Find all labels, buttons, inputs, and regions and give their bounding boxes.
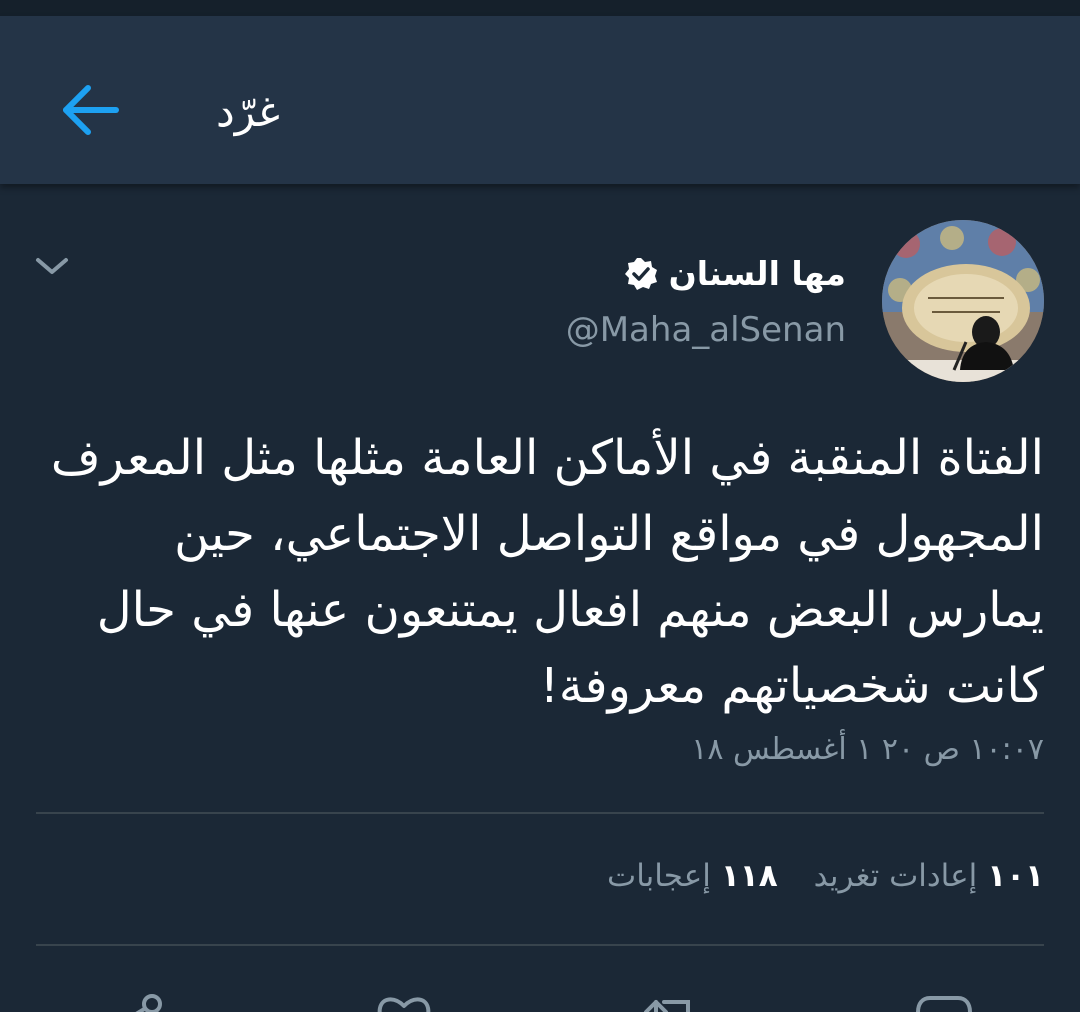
- tweet-actions-bar: [0, 978, 1080, 1012]
- likes-count: ١١٨: [720, 858, 778, 894]
- tweet-text-line: الفتاة المنقبة في الأماكن العامة مثلها م…: [50, 430, 1044, 486]
- share-button[interactable]: [104, 988, 168, 1012]
- avatar-image: [882, 220, 1044, 382]
- retweet-button[interactable]: [640, 988, 704, 1012]
- reply-icon: [916, 996, 972, 1012]
- tweet-options-button[interactable]: [30, 250, 74, 282]
- share-icon: [135, 994, 162, 1012]
- tweet-text-line: يمارس البعض منهم افعال يمتنعون عنها في ح…: [96, 582, 1044, 638]
- status-bar: [0, 0, 1080, 16]
- tweet-text: الفتاة المنقبة في الأماكن العامة مثلها م…: [36, 420, 1044, 724]
- divider: [36, 944, 1044, 946]
- verified-badge-icon: [624, 258, 657, 290]
- heart-icon: [377, 997, 431, 1012]
- author-name-row[interactable]: مها السنان: [623, 250, 846, 298]
- reply-button[interactable]: [912, 988, 976, 1012]
- retweet-icon: [644, 1000, 690, 1012]
- retweets-stat[interactable]: ١٠١ إعادات تغريد: [814, 852, 1044, 900]
- engagement-stats: ١٠١ إعادات تغريد ١١٨ إعجابات: [607, 852, 1044, 900]
- avatar[interactable]: [882, 220, 1044, 382]
- divider: [36, 812, 1044, 814]
- user-handle[interactable]: @Maha_alSenan: [566, 308, 846, 352]
- retweets-label: إعادات تغريد: [813, 858, 978, 894]
- page-title: غرّد: [216, 87, 280, 136]
- tweet-detail-screen: غرّد مها السنان @Maha_alSenan الفتاة الم…: [0, 0, 1080, 1012]
- arrow-left-icon: [63, 85, 119, 135]
- chevron-down-icon: [36, 258, 68, 274]
- tweet-timestamp: ١٠:٠٧ ص ٢٠ ١ أغسطس ١٨: [691, 732, 1044, 767]
- app-bar: غرّد: [0, 16, 1080, 184]
- retweets-count: ١٠١: [987, 858, 1044, 894]
- likes-label: إعجابات: [607, 858, 711, 894]
- tweet-text-line: المجهول في مواقع التواصل الاجتماعي، حين: [174, 506, 1044, 562]
- tweet-text-line: كانت شخصياتهم معروفة!: [539, 658, 1044, 714]
- like-button[interactable]: [372, 988, 436, 1012]
- likes-stat[interactable]: ١١٨ إعجابات: [607, 852, 778, 900]
- back-button[interactable]: [54, 74, 126, 146]
- display-name: مها السنان: [668, 254, 846, 293]
